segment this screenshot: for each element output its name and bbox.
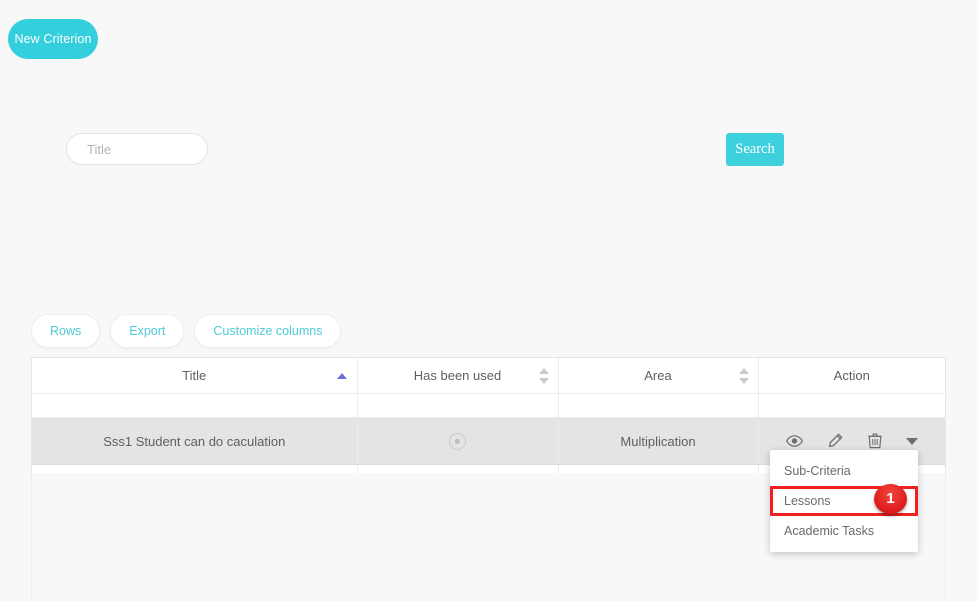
new-criterion-button[interactable]: New Criterion	[8, 19, 98, 59]
column-header-action: Action	[758, 358, 945, 394]
pencil-icon[interactable]	[826, 432, 844, 450]
column-header-has-been-used-label: Has been used	[413, 368, 502, 383]
table-filter-row	[32, 393, 945, 418]
sort-ascending-icon[interactable]	[336, 372, 347, 379]
export-button[interactable]: Export	[110, 314, 185, 348]
column-header-area[interactable]: Area	[558, 358, 759, 394]
column-header-title-label: Title	[182, 368, 207, 383]
column-header-has-been-used[interactable]: Has been used	[357, 358, 559, 394]
table-toolbar: Rows Export Customize columns	[31, 314, 342, 348]
filter-cell-action	[758, 393, 945, 418]
cell-area: Multiplication	[558, 417, 759, 465]
cell-title: Sss1 Student can do caculation	[32, 417, 358, 465]
title-search-input[interactable]	[66, 133, 208, 165]
caret-down-icon[interactable]	[905, 437, 918, 445]
sort-toggle-icon[interactable]	[738, 367, 749, 384]
table-header-row: Title Has been used Area Action	[32, 358, 945, 394]
filter-cell-area[interactable]	[558, 393, 759, 418]
eye-icon[interactable]	[786, 432, 804, 450]
filter-cell-title[interactable]	[32, 393, 358, 418]
used-dot-icon	[449, 432, 466, 450]
filter-cell-has-been-used[interactable]	[357, 393, 559, 418]
step-number-badge: 1	[874, 484, 907, 514]
column-header-area-label: Area	[644, 368, 672, 383]
customize-columns-button[interactable]: Customize columns	[194, 314, 342, 348]
sort-toggle-icon[interactable]	[538, 367, 549, 384]
trash-icon[interactable]	[866, 432, 884, 450]
column-header-title[interactable]: Title	[32, 358, 358, 394]
rows-button[interactable]: Rows	[31, 314, 101, 348]
cell-has-been-used	[357, 417, 559, 465]
dropdown-item-sub-criteria[interactable]: Sub-Criteria	[770, 457, 918, 485]
search-button[interactable]: Search	[726, 133, 784, 166]
dropdown-item-academic-tasks[interactable]: Academic Tasks	[770, 517, 918, 545]
column-header-action-label: Action	[833, 368, 870, 383]
